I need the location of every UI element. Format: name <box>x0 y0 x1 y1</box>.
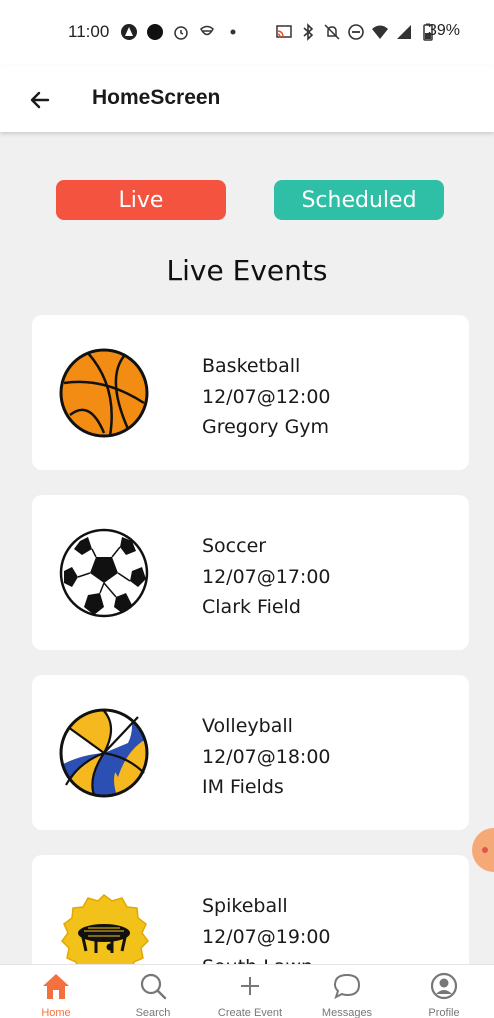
nav-label: Create Event <box>217 1007 283 1018</box>
event-datetime: 12/07@17:00 <box>202 565 331 588</box>
event-sport: Volleyball <box>202 715 293 737</box>
alarm-icon <box>172 23 190 41</box>
more-dot-icon <box>224 23 242 41</box>
bluetooth-icon <box>299 23 317 41</box>
nav-label: Messages <box>321 1007 373 1018</box>
event-datetime: 12/07@19:00 <box>202 925 331 948</box>
home-icon <box>41 971 71 1001</box>
page-title: HomeScreen <box>92 86 221 109</box>
event-location: IM Fields <box>202 776 284 798</box>
nav-messages[interactable]: Messages <box>302 971 392 1018</box>
nav-label: Home <box>41 1007 71 1018</box>
cell-signal-icon <box>395 23 413 41</box>
event-details: Volleyball 12/07@18:00 IM Fields <box>202 711 331 803</box>
section-title: Live Events <box>166 254 328 287</box>
nav-label: Profile <box>428 1007 460 1018</box>
event-details: Soccer 12/07@17:00 Clark Field <box>202 531 331 623</box>
nav-home[interactable]: Home <box>11 971 101 1018</box>
do-not-disturb-icon <box>347 23 365 41</box>
search-icon <box>138 971 168 1001</box>
app-bar: HomeScreen <box>0 66 494 132</box>
app-notification-icon <box>120 23 138 41</box>
back-button[interactable] <box>26 86 54 114</box>
chat-bubble-icon <box>332 971 362 1001</box>
profile-icon <box>429 971 459 1001</box>
plus-icon <box>235 971 265 1001</box>
basketball-icon <box>59 348 149 438</box>
event-location: Clark Field <box>202 596 301 618</box>
shield-notification-icon <box>198 23 216 41</box>
nav-profile[interactable]: Profile <box>399 971 489 1018</box>
status-time: 11:00 <box>68 22 110 41</box>
floating-chat-bubble[interactable] <box>472 828 494 872</box>
event-datetime: 12/07@18:00 <box>202 745 331 768</box>
status-notification-icons <box>120 23 242 41</box>
event-card[interactable]: Volleyball 12/07@18:00 IM Fields <box>32 675 469 830</box>
scheduled-tab-button[interactable]: Scheduled <box>274 180 444 220</box>
event-card[interactable]: Soccer 12/07@17:00 Clark Field <box>32 495 469 650</box>
event-location: Gregory Gym <box>202 416 330 438</box>
live-tab-button[interactable]: Live <box>56 180 226 220</box>
dot-notification-icon <box>146 23 164 41</box>
soccer-ball-icon <box>59 528 149 618</box>
event-datetime: 12/07@12:00 <box>202 385 331 408</box>
volleyball-icon <box>59 708 149 798</box>
wifi-icon <box>371 23 389 41</box>
status-bar: 11:00 39% <box>0 0 494 66</box>
event-card[interactable]: Basketball 12/07@12:00 Gregory Gym <box>32 315 469 470</box>
nav-search[interactable]: Search <box>108 971 198 1018</box>
event-sport: Soccer <box>202 535 267 557</box>
nav-label: Search <box>135 1007 171 1018</box>
nav-create-event[interactable]: Create Event <box>205 971 295 1018</box>
notifications-off-icon <box>323 23 341 41</box>
event-sport: Basketball <box>202 355 301 377</box>
status-system-icons <box>275 23 437 41</box>
event-details: Basketball 12/07@12:00 Gregory Gym <box>202 351 331 443</box>
event-sport: Spikeball <box>202 895 288 917</box>
cast-icon <box>275 23 293 41</box>
arrow-left-icon <box>30 91 50 109</box>
bottom-navigation: Home Search Create Event Messages Profil… <box>0 964 494 1018</box>
battery-percent: 39% <box>428 22 461 39</box>
